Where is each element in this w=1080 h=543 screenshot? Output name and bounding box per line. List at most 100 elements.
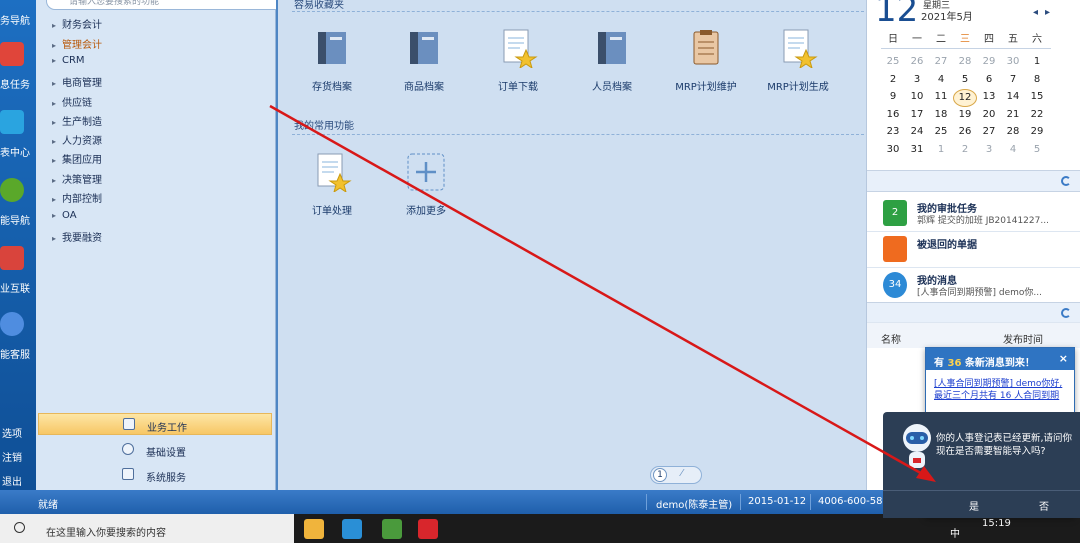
calendar-date[interactable]: 4 — [1001, 144, 1025, 155]
tree-item[interactable]: ▸ 我要融资 — [52, 229, 102, 247]
calendar-date[interactable]: 24 — [905, 126, 929, 137]
expand-icon[interactable]: ▸ — [52, 211, 62, 220]
calendar-date[interactable]: 18 — [929, 109, 953, 120]
calendar-date[interactable]: 20 — [977, 109, 1001, 120]
popup-message-link[interactable]: [人事合同到期预警] demo你好,最近三个月共有 16 人合同到期 — [934, 378, 1070, 402]
tree-item[interactable]: ▸ 供应链 — [52, 94, 92, 112]
page-number[interactable]: 1 — [653, 468, 667, 482]
calendar-date[interactable]: 2 — [881, 74, 905, 85]
calendar-date[interactable]: 29 — [1025, 126, 1049, 137]
tree-item[interactable]: ▸ 生产制造 — [52, 113, 102, 131]
expand-icon[interactable]: ▸ — [52, 176, 62, 185]
expand-icon[interactable]: ▸ — [52, 56, 62, 65]
calendar-date[interactable]: 6 — [977, 74, 1001, 85]
module-report-center[interactable]: 表中心 — [0, 108, 36, 170]
calendar-date[interactable]: 15 — [1025, 91, 1049, 102]
function-tile[interactable]: 商品档案 — [384, 28, 464, 98]
search-input[interactable]: 请输入您要搜索的功能 — [46, 0, 298, 10]
calendar-date[interactable]: 27 — [977, 126, 1001, 137]
calendar-date[interactable]: 17 — [905, 109, 929, 120]
tree-item[interactable]: ▸ 电商管理 — [52, 74, 102, 92]
calendar-date[interactable]: 10 — [905, 91, 929, 102]
function-tile[interactable]: 订单下载 — [478, 28, 558, 98]
u8-app-icon[interactable] — [418, 519, 438, 539]
calendar-date[interactable]: 5 — [1025, 144, 1049, 155]
exit-link[interactable]: 退出 — [2, 473, 22, 488]
close-icon[interactable]: × — [1059, 352, 1068, 365]
calendar-date[interactable]: 30 — [1001, 56, 1025, 67]
calendar-date[interactable]: 31 — [905, 144, 929, 155]
function-tile[interactable]: MRP计划生成 — [758, 28, 838, 98]
calendar-date[interactable]: 16 — [881, 109, 905, 120]
expand-icon[interactable]: ▸ — [52, 195, 62, 204]
nav-basic-settings[interactable]: 基础设置 — [38, 439, 272, 461]
nav-system-service[interactable]: 系统服务 — [38, 464, 272, 486]
module-enterprise-link[interactable]: 业互联 — [0, 244, 36, 306]
calendar-date[interactable]: 14 — [1001, 91, 1025, 102]
app-icon[interactable] — [382, 519, 402, 539]
calendar-date[interactable]: 9 — [881, 91, 905, 102]
tree-item[interactable]: ▸ OA — [52, 210, 77, 228]
function-tile[interactable]: 人员档案 — [572, 28, 652, 98]
pager[interactable]: 1 ⁄ — [650, 466, 702, 484]
calendar-date[interactable]: 28 — [1001, 126, 1025, 137]
tree-item[interactable]: ▸ 财务会计 — [52, 16, 102, 34]
calendar-date[interactable]: 27 — [929, 56, 953, 67]
expand-icon[interactable]: ▸ — [52, 99, 62, 108]
function-tile[interactable]: MRP计划维护 — [666, 28, 746, 98]
tree-item[interactable]: ▸ 决策管理 — [52, 171, 102, 189]
calendar-date[interactable]: 13 — [977, 91, 1001, 102]
tree-item[interactable]: ▸ 管理会计 — [52, 36, 102, 54]
calendar-date[interactable]: 7 — [1001, 74, 1025, 85]
task-item[interactable]: 2 我的审批任务 郭辉 提交的加班 JB20141227... — [867, 194, 1080, 232]
tree-item[interactable]: ▸ 内部控制 — [52, 190, 102, 208]
next-page-icon[interactable]: ⁄ — [681, 468, 683, 479]
taskbar-search[interactable]: 在这里输入你要搜索的内容 — [0, 514, 294, 543]
calendar-date[interactable]: 3 — [977, 144, 1001, 155]
logout-link[interactable]: 注销 — [2, 449, 22, 464]
options-link[interactable]: 选项 — [2, 425, 22, 440]
function-tile[interactable]: 添加更多 — [386, 152, 466, 222]
refresh-icon[interactable] — [1061, 308, 1071, 318]
calendar-date[interactable]: 4 — [929, 74, 953, 85]
refresh-icon[interactable] — [1061, 176, 1071, 186]
calendar-date[interactable]: 25 — [881, 56, 905, 67]
calendar-date[interactable]: 5 — [953, 74, 977, 85]
calendar-date[interactable]: 2 — [953, 144, 977, 155]
yes-button[interactable]: 是 — [969, 498, 979, 513]
calendar-date[interactable]: 28 — [953, 56, 977, 67]
module-smart-service[interactable]: 能客服 — [0, 310, 36, 372]
no-button[interactable]: 否 — [1039, 498, 1049, 513]
expand-icon[interactable]: ▸ — [52, 41, 62, 50]
calendar-date[interactable]: 26 — [905, 56, 929, 67]
calendar-date[interactable]: 11 — [929, 91, 953, 102]
next-month-icon[interactable]: ▸ — [1045, 7, 1050, 18]
folder-icon[interactable] — [304, 519, 324, 539]
module-message-task[interactable]: 息任务 — [0, 40, 36, 102]
calendar-date[interactable]: 21 — [1001, 109, 1025, 120]
calendar-date[interactable]: 29 — [977, 56, 1001, 67]
calendar-date[interactable]: 23 — [881, 126, 905, 137]
calendar-date[interactable]: 1 — [1025, 56, 1049, 67]
calendar-date[interactable]: 1 — [929, 144, 953, 155]
expand-icon[interactable]: ▸ — [52, 21, 62, 30]
calendar-date[interactable]: 22 — [1025, 109, 1049, 120]
task-item[interactable]: 34 我的消息 [人事合同到期预警] demo你... — [867, 266, 1080, 304]
calendar-date[interactable]: 8 — [1025, 74, 1049, 85]
tree-item[interactable]: ▸ 集团应用 — [52, 151, 102, 169]
calendar-date[interactable]: 3 — [905, 74, 929, 85]
expand-icon[interactable]: ▸ — [52, 79, 62, 88]
calendar-date[interactable]: 25 — [929, 126, 953, 137]
task-item[interactable]: 被退回的单据 — [867, 230, 1080, 268]
calendar-date[interactable]: 30 — [881, 144, 905, 155]
function-tile[interactable]: 订单处理 — [292, 152, 372, 222]
expand-icon[interactable]: ▸ — [52, 156, 62, 165]
app-icon[interactable] — [342, 519, 362, 539]
calendar-date[interactable]: 26 — [953, 126, 977, 137]
tree-item[interactable]: ▸ 人力资源 — [52, 132, 102, 150]
tree-item[interactable]: ▸ CRM — [52, 55, 85, 73]
expand-icon[interactable]: ▸ — [52, 118, 62, 127]
function-tile[interactable]: 存货档案 — [292, 28, 372, 98]
input-language[interactable]: 中 — [950, 525, 960, 540]
nav-business-work[interactable]: 业务工作 — [38, 413, 272, 435]
